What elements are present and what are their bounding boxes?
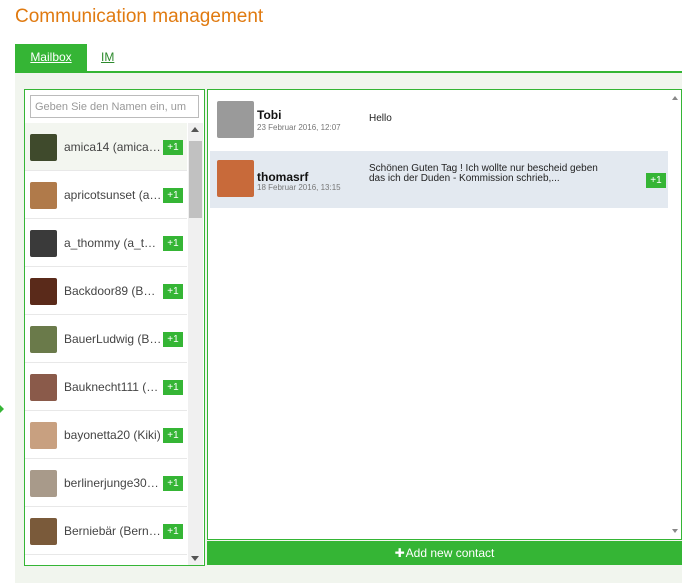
contact-name: amica14 (amica14)	[64, 140, 162, 154]
message-preview: Schönen Guten Tag ! Ich wollte nur besch…	[369, 163, 598, 184]
plus-one-badge[interactable]: +1	[646, 173, 666, 188]
contact-row[interactable]: Berniebär (Berniebär) +1	[25, 507, 187, 555]
contact-row[interactable]: Backdoor89 (Backdoor89) +1	[25, 267, 187, 315]
tab-mailbox[interactable]: Mailbox	[15, 44, 87, 71]
contact-name: berlinerjunge30 (berlinerjunge30)	[64, 476, 162, 490]
contact-list-scrollbar[interactable]	[188, 123, 203, 565]
plus-one-badge[interactable]: +1	[163, 380, 183, 395]
add-new-contact-button[interactable]: ✚Add new contact	[207, 541, 682, 565]
search-wrap	[30, 95, 200, 119]
avatar	[30, 230, 57, 257]
contact-row[interactable]: berlinerjunge30 (berlinerjunge30) +1	[25, 459, 187, 507]
contact-row[interactable]: amica14 (amica14) +1	[25, 123, 187, 171]
scroll-down-arrow-icon[interactable]	[672, 529, 678, 533]
add-contact-label: Add new contact	[405, 546, 495, 560]
avatar	[30, 278, 57, 305]
plus-one-badge[interactable]: +1	[163, 428, 183, 443]
contact-row[interactable]: a_thommy (a_thommy) +1	[25, 219, 187, 267]
contact-name: Bauknecht111 (Bauknecht111)	[64, 380, 162, 394]
scroll-thumb[interactable]	[189, 141, 202, 218]
avatar	[217, 160, 254, 197]
plus-icon: ✚	[394, 546, 405, 560]
avatar	[30, 518, 57, 545]
message-row[interactable]: Tobi 23 Februar 2016, 12:07 Hello	[210, 92, 668, 148]
avatar	[217, 101, 254, 138]
contact-row[interactable]: BauerLudwig (BauerLudwig) +1	[25, 315, 187, 363]
contact-name: apricotsunset (apricotsunset)	[64, 188, 162, 202]
avatar	[30, 422, 57, 449]
contact-row[interactable]: Bauknecht111 (Bauknecht111) +1	[25, 363, 187, 411]
message-date: 23 Februar 2016, 12:07	[257, 123, 341, 132]
messages-scrollbar[interactable]	[670, 90, 681, 539]
message-row-selected[interactable]: thomasrf 18 Februar 2016, 13:15 Schönen …	[210, 151, 668, 208]
avatar	[30, 134, 57, 161]
plus-one-badge[interactable]: +1	[163, 236, 183, 251]
avatar	[30, 470, 57, 497]
scroll-up-arrow-icon[interactable]	[191, 127, 199, 132]
avatar	[30, 374, 57, 401]
scroll-down-arrow-icon[interactable]	[191, 556, 199, 561]
plus-one-badge[interactable]: +1	[163, 188, 183, 203]
plus-one-badge[interactable]: +1	[163, 140, 183, 155]
message-date: 18 Februar 2016, 13:15	[257, 183, 341, 192]
avatar	[30, 182, 57, 209]
contact-row[interactable]: apricotsunset (apricotsunset) +1	[25, 171, 187, 219]
contact-search-input[interactable]	[30, 95, 199, 118]
tab-bar: Mailbox IM	[15, 44, 682, 73]
messages-panel: Tobi 23 Februar 2016, 12:07 Hello thomas…	[207, 89, 682, 540]
avatar	[30, 326, 57, 353]
contact-name: BauerLudwig (BauerLudwig)	[64, 332, 162, 346]
tab-im[interactable]: IM	[101, 44, 114, 71]
page-title: Communication management	[15, 6, 264, 27]
message-preview: Hello	[369, 113, 392, 124]
contact-name: Backdoor89 (Backdoor89)	[64, 284, 162, 298]
contact-name: Berniebär (Berniebär)	[64, 524, 162, 538]
plus-one-badge[interactable]: +1	[163, 476, 183, 491]
scroll-up-arrow-icon[interactable]	[672, 96, 678, 100]
plus-one-badge[interactable]: +1	[163, 332, 183, 347]
contacts-panel: amica14 (amica14) +1 apricotsunset (apri…	[24, 89, 205, 566]
contact-row[interactable]: bayonetta20 (Kiki) +1	[25, 411, 187, 459]
message-sender: thomasrf	[257, 170, 309, 184]
message-sender: Tobi	[257, 108, 282, 122]
contact-list: amica14 (amica14) +1 apricotsunset (apri…	[25, 123, 187, 565]
plus-one-badge[interactable]: +1	[163, 284, 183, 299]
expand-arrow-icon[interactable]	[0, 405, 4, 413]
contact-name: a_thommy (a_thommy)	[64, 236, 162, 250]
plus-one-badge[interactable]: +1	[163, 524, 183, 539]
contact-name: bayonetta20 (Kiki)	[64, 428, 161, 442]
